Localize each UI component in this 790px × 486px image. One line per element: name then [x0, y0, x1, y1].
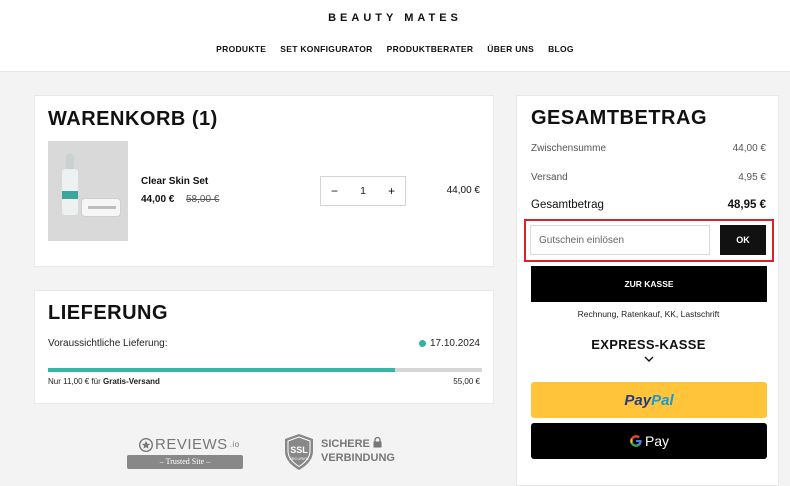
quantity-increase-button[interactable]: + — [388, 184, 395, 198]
delivery-card: LIEFERUNG Voraussichtliche Lieferung: 17… — [34, 290, 494, 404]
express-checkout-title: EXPRESS-KASSE — [591, 337, 706, 352]
quantity-stepper: − 1 + — [320, 176, 406, 206]
google-pay-label: Pay — [644, 433, 670, 449]
ssl-line2: VERBINDUNG — [321, 452, 395, 464]
delivery-date: 17.10.2024 — [418, 338, 480, 349]
serum-bottle-label — [62, 191, 78, 199]
svg-text:SSL: SSL — [290, 445, 308, 455]
chevron-down-icon[interactable] — [642, 354, 656, 364]
subtotal-label: Zwischensumme — [531, 143, 607, 154]
free-shipping-progress-fill — [48, 368, 396, 372]
paypal-logo-pay: Pay — [624, 391, 652, 409]
ssl-secure-badge: SSL SECURED SICHERE VERBINDUNG — [283, 433, 403, 473]
free-shipping-note: Nur 11,00 € für Gratis-Versand — [48, 377, 160, 386]
reviews-trusted-site: – Trusted Site – — [127, 455, 243, 469]
quantity-value[interactable]: 1 — [360, 186, 366, 197]
nav-item-produkte[interactable]: PRODUKTE — [216, 44, 266, 54]
status-dot-icon — [418, 340, 426, 347]
serum-bottle-cap — [66, 154, 74, 170]
subtotal-value: 44,00 € — [732, 143, 766, 154]
delivery-title: LIEFERUNG — [48, 302, 169, 324]
nav-item-set-konfigurator[interactable]: SET KONFIGURATOR — [280, 44, 372, 54]
free-shipping-threshold: 55,00 € — [453, 377, 480, 386]
reviews-io-badge[interactable]: REVIEWS .io – Trusted Site – — [127, 436, 243, 470]
svg-text:SECURED: SECURED — [289, 456, 309, 461]
summary-card: GESAMTBETRAG Zwischensumme 44,00 € Versa… — [516, 95, 779, 486]
shipping-row: Versand 4,95 € — [531, 172, 766, 183]
summary-title: GESAMTBETRAG — [531, 107, 707, 129]
coupon-input[interactable] — [530, 225, 710, 255]
product-old-price: 58,00 € — [186, 194, 220, 205]
free-shipping-progress — [48, 368, 482, 372]
product-image[interactable] — [48, 141, 128, 241]
google-g-icon — [630, 435, 642, 447]
coupon-ok-button[interactable]: OK — [720, 225, 766, 255]
nav-item-blog[interactable]: BLOG — [548, 44, 574, 54]
reviews-brand: REVIEWS — [155, 436, 228, 453]
payment-methods: Rechnung, Ratenkauf, KK, Lastschrift — [577, 309, 720, 319]
cart-card: WARENKORB (1) Clear Skin Set 44,00 € 58,… — [34, 95, 494, 267]
reviews-suffix: .io — [229, 440, 240, 449]
ssl-shield-icon: SSL SECURED — [285, 434, 313, 470]
delivery-label: Voraussichtliche Lieferung: — [48, 338, 168, 349]
checkout-button[interactable]: ZUR KASSE — [531, 266, 767, 302]
subtotal-row: Zwischensumme 44,00 € — [531, 143, 766, 154]
lock-icon — [373, 437, 382, 448]
site-header: BEAUTY MATES PRODUKTE SET KONFIGURATOR P… — [0, 0, 790, 72]
quantity-decrease-button[interactable]: − — [331, 184, 338, 198]
ssl-line1: SICHERE — [321, 438, 370, 450]
total-value: 48,95 € — [727, 199, 766, 211]
cart-title: WARENKORB (1) — [48, 108, 218, 130]
google-pay-button[interactable]: Pay — [531, 423, 767, 459]
line-total: 44,00 € — [446, 185, 480, 196]
shipping-value: 4,95 € — [738, 172, 766, 183]
cream-jar — [81, 198, 121, 217]
brand-logo[interactable]: BEAUTY MATES — [0, 12, 790, 24]
product-name[interactable]: Clear Skin Set — [141, 176, 208, 187]
paypal-logo-pal: Pal — [651, 391, 674, 409]
shipping-label: Versand — [531, 172, 568, 183]
total-label: Gesamtbetrag — [531, 199, 604, 211]
total-row: Gesamtbetrag 48,95 € — [531, 199, 766, 211]
paypal-button[interactable]: PayPal — [531, 382, 767, 418]
nav-item-ueber-uns[interactable]: ÜBER UNS — [487, 44, 534, 54]
main-nav: PRODUKTE SET KONFIGURATOR PRODUKTBERATER… — [0, 44, 790, 54]
star-circle-icon — [139, 437, 153, 452]
delivery-date-value: 17.10.2024 — [429, 338, 480, 349]
nav-item-produktberater[interactable]: PRODUKTBERATER — [387, 44, 474, 54]
product-price: 44,00 € — [141, 194, 175, 205]
